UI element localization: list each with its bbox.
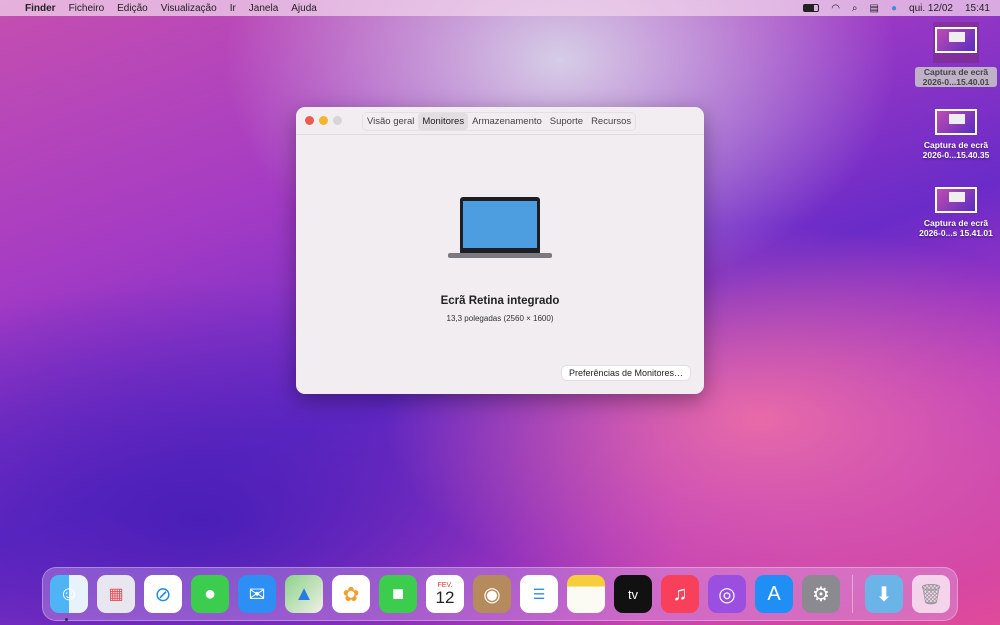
menu-bar: Finder Ficheiro Edição Visualização Ir J…	[0, 0, 1000, 16]
file-name: Captura de ecrã	[923, 140, 989, 150]
file-name-2: 2026-0...15.40.01	[922, 77, 990, 87]
calendar-icon[interactable]: FEV. 12	[426, 575, 464, 613]
search-icon[interactable]: ⌕	[852, 3, 858, 14]
tab-overview[interactable]: Visão geral	[363, 113, 418, 130]
file-name: Captura de ecrã	[923, 218, 989, 228]
battery-icon[interactable]	[803, 4, 820, 12]
file-name-2: 2026-0...15.40.35	[922, 150, 990, 160]
podcasts-icon[interactable]: ◎	[708, 575, 746, 613]
tv-label: tv	[627, 586, 639, 602]
control-center-icon[interactable]: ▤	[870, 3, 879, 14]
laptop-display-icon	[448, 197, 552, 258]
mail-icon[interactable]: ✉	[238, 575, 276, 613]
menu-janela[interactable]: Janela	[249, 3, 278, 14]
menu-ficheiro[interactable]: Ficheiro	[69, 3, 105, 14]
safari-icon[interactable]: ⊘	[144, 575, 182, 613]
tab-resources[interactable]: Recursos	[587, 113, 635, 130]
menu-time[interactable]: 15:41	[965, 3, 990, 14]
downloads-folder-icon[interactable]: ⬇	[865, 575, 903, 613]
zoom-button[interactable]	[333, 116, 342, 125]
file-name-2: 2026-0...s 15.41.01	[919, 228, 993, 238]
tab-displays[interactable]: Monitores	[418, 113, 469, 130]
tab-storage[interactable]: Armazenamento	[468, 113, 546, 130]
messages-icon[interactable]: ●	[191, 575, 229, 613]
menu-visualizacao[interactable]: Visualização	[161, 3, 217, 14]
dock-separator	[852, 575, 853, 613]
close-button[interactable]	[305, 116, 314, 125]
minimize-button[interactable]	[319, 116, 328, 125]
calendar-day: 12	[435, 588, 455, 607]
maps-icon[interactable]: ▲	[285, 575, 323, 613]
desktop-file[interactable]: Captura de ecrã 2026-0...s 15.41.01	[915, 187, 997, 238]
notes-icon[interactable]	[567, 575, 605, 613]
running-indicator	[65, 618, 68, 621]
tab-support[interactable]: Suporte	[546, 113, 587, 130]
dock: ☺ ▦ ⊘ ● ✉ ▲ ✿ ■ FEV. 12 ◉ ☰ tv ♫ ◎ A ⚙ ⬇…	[42, 567, 958, 621]
desktop-file[interactable]: Captura de ecrã 2026-0...15.40.01	[915, 22, 997, 87]
menu-edicao[interactable]: Edição	[117, 3, 148, 14]
screenshot-thumbnail	[935, 109, 977, 135]
display-preferences-button[interactable]: Preferências de Monitores…	[561, 366, 690, 380]
screenshot-thumbnail	[935, 27, 977, 53]
tab-bar: Visão geral Monitores Armazenamento Supo…	[362, 112, 637, 131]
menu-date[interactable]: qui. 12/02	[909, 3, 953, 14]
system-preferences-icon[interactable]: ⚙	[802, 575, 840, 613]
reminders-icon[interactable]: ☰	[520, 575, 558, 613]
tv-icon[interactable]: tv	[614, 575, 652, 613]
menu-ajuda[interactable]: Ajuda	[291, 3, 317, 14]
display-specs: 13,3 polegadas (2560 × 1600)	[446, 314, 554, 323]
trash-icon[interactable]: 🗑	[912, 575, 950, 613]
title-bar: Visão geral Monitores Armazenamento Supo…	[296, 107, 704, 135]
file-name: Captura de ecrã	[923, 67, 989, 77]
menu-ir[interactable]: Ir	[230, 3, 236, 14]
siri-icon[interactable]: ●	[891, 3, 897, 14]
display-name: Ecrã Retina integrado	[440, 295, 560, 307]
menu-finder[interactable]: Finder	[25, 3, 56, 14]
finder-icon[interactable]: ☺	[50, 575, 88, 613]
screenshot-thumbnail	[935, 187, 977, 213]
contacts-icon[interactable]: ◉	[473, 575, 511, 613]
launchpad-icon[interactable]: ▦	[97, 575, 135, 613]
app-store-icon[interactable]: A	[755, 575, 793, 613]
about-this-mac-window: Visão geral Monitores Armazenamento Supo…	[296, 107, 704, 394]
desktop-file[interactable]: Captura de ecrã 2026-0...15.40.35	[915, 109, 997, 160]
music-icon[interactable]: ♫	[661, 575, 699, 613]
wifi-icon[interactable]: ◠	[831, 3, 840, 14]
photos-icon[interactable]: ✿	[332, 575, 370, 613]
facetime-icon[interactable]: ■	[379, 575, 417, 613]
